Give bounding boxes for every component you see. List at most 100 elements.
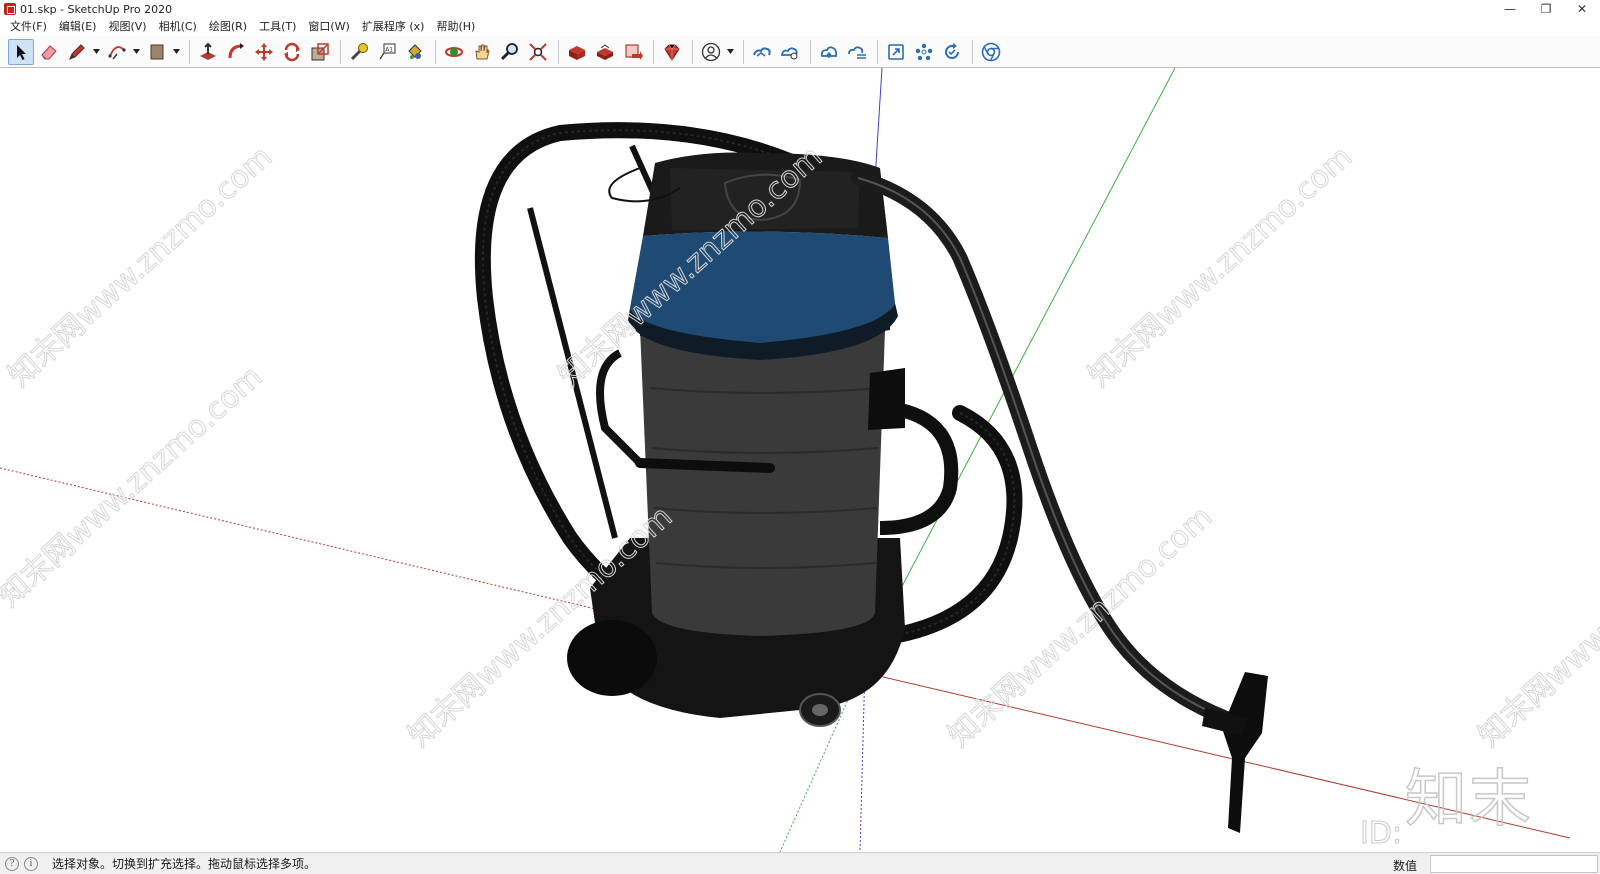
- push-pull-tool-button[interactable]: [195, 39, 221, 65]
- shape-tool-dropdown[interactable]: [172, 39, 180, 65]
- watermark-text: 知末网www.znzmo.com: [1082, 139, 1359, 394]
- arc-tool-dropdown[interactable]: [132, 39, 140, 65]
- window-title: 01.skp - SketchUp Pro 2020: [20, 2, 173, 16]
- toolbar-separator: [810, 39, 811, 64]
- account-button[interactable]: [698, 39, 724, 65]
- update-button[interactable]: [939, 39, 965, 65]
- text-tool-button[interactable]: A1: [374, 39, 400, 65]
- menu-extensions[interactable]: 扩展程序 (x): [356, 18, 431, 36]
- toolbar-separator: [972, 39, 973, 64]
- account-icon: [701, 42, 721, 61]
- model-viewport[interactable]: 知末网www.znzmo.com 知末网www.znzmo.com 知末网www…: [0, 68, 1600, 852]
- toolbar-separator: [435, 39, 436, 64]
- text-label-icon: A1: [379, 43, 396, 59]
- scene-canvas[interactable]: 知末网www.znzmo.com 知末网www.znzmo.com 知末网www…: [0, 68, 1600, 852]
- menu-tools[interactable]: 工具(T): [253, 18, 302, 36]
- close-button[interactable]: ✕: [1564, 0, 1600, 18]
- measurements-label: 数值: [1393, 859, 1418, 873]
- trimble-connect-sync-button[interactable]: [777, 39, 803, 65]
- model-info-icon: [888, 43, 904, 60]
- select-arrow-icon: [17, 44, 26, 60]
- toolbar-separator: [653, 39, 654, 64]
- pan-icon: [475, 44, 490, 59]
- components-button[interactable]: [911, 39, 937, 65]
- window-controls: — ❐ ✕: [1492, 0, 1600, 18]
- extension-manager-button[interactable]: [659, 39, 685, 65]
- toolbar-separator: [692, 39, 693, 64]
- status-bar: ? i 选择对象。切换到扩充选择。拖动鼠标选择多项。 数值: [0, 852, 1600, 874]
- scale-icon: [311, 42, 329, 60]
- cloud-upload-button[interactable]: [816, 39, 842, 65]
- toolbar-separator: [340, 39, 341, 64]
- menu-camera[interactable]: 相机(C): [153, 18, 203, 36]
- select-tool-button[interactable]: [8, 38, 34, 65]
- cloud-upload-icon: [820, 45, 838, 58]
- geo-location-icon[interactable]: ?: [5, 856, 19, 871]
- zoom-tool-button[interactable]: [497, 39, 523, 65]
- menu-file[interactable]: 文件(F): [4, 18, 53, 36]
- menu-view[interactable]: 视图(V): [102, 18, 152, 36]
- chrome-button[interactable]: [978, 39, 1004, 65]
- eraser-tool-button[interactable]: [36, 39, 62, 65]
- zoom-extents-tool-button[interactable]: [525, 39, 551, 65]
- extension-manager-ruby-icon: [664, 44, 680, 61]
- cloud-share-icon: [848, 45, 866, 59]
- front-wheel: [567, 620, 657, 696]
- svg-text:A1: A1: [385, 46, 393, 53]
- toolbar-separator: [558, 39, 559, 64]
- rectangle-tool-button[interactable]: [144, 39, 170, 65]
- line-tool-button[interactable]: [64, 39, 90, 65]
- title-bar: 01.skp - SketchUp Pro 2020 — ❐ ✕: [0, 0, 1600, 18]
- chrome-icon: [981, 42, 1001, 61]
- chevron-down-icon: [172, 49, 180, 54]
- menu-help[interactable]: 帮助(H): [430, 18, 481, 36]
- arc-icon: [108, 45, 126, 59]
- info-icon[interactable]: i: [24, 856, 38, 871]
- send-to-layout-icon: [625, 44, 643, 60]
- move-tool-button[interactable]: [251, 39, 277, 65]
- orbit-tool-button[interactable]: [441, 39, 467, 65]
- zoom-extents-icon: [529, 42, 547, 61]
- send-to-layout-button[interactable]: [620, 39, 646, 65]
- rectangle-shape-icon: [150, 44, 164, 59]
- orbit-icon: [445, 46, 463, 57]
- scale-tool-button[interactable]: [307, 39, 333, 65]
- tape-measure-icon: [350, 42, 368, 60]
- eraser-icon: [41, 44, 57, 59]
- rotate-tool-button[interactable]: [279, 39, 305, 65]
- arc-tool-button[interactable]: [104, 39, 130, 65]
- toolbar-separator: [877, 39, 878, 64]
- menu-draw[interactable]: 绘图(R): [203, 18, 253, 36]
- watermark-text: 知末网www.znzmo.com: [1472, 499, 1600, 754]
- watermark-text: 知末网www.znzmo.com: [2, 139, 279, 394]
- watermark-text: 知末网www.znzmo.com: [942, 499, 1219, 754]
- trimble-connect-icon: [753, 46, 771, 57]
- model-info-button[interactable]: [883, 39, 909, 65]
- chevron-down-icon: [92, 49, 100, 54]
- menu-bar: 文件(F) 编辑(E) 视图(V) 相机(C) 绘图(R) 工具(T) 窗口(W…: [0, 18, 1600, 36]
- cloud-share-button[interactable]: [844, 39, 870, 65]
- pencil-line-icon: [69, 43, 85, 60]
- trimble-connect-button[interactable]: [749, 39, 775, 65]
- 3d-warehouse-button[interactable]: [564, 39, 590, 65]
- follow-me-tool-button[interactable]: [223, 39, 249, 65]
- account-dropdown[interactable]: [726, 39, 734, 65]
- pan-tool-button[interactable]: [469, 39, 495, 65]
- toolbar-separator: [189, 39, 190, 64]
- tape-measure-tool-button[interactable]: [346, 39, 372, 65]
- extension-warehouse-icon: [597, 43, 613, 60]
- menu-edit[interactable]: 编辑(E): [53, 18, 103, 36]
- toolbar-separator: [743, 39, 744, 64]
- watermark-id: ID: 1161375493: [1360, 816, 1552, 853]
- chevron-down-icon: [726, 49, 734, 54]
- restore-button[interactable]: ❐: [1528, 0, 1564, 18]
- line-tool-dropdown[interactable]: [92, 39, 100, 65]
- menu-window[interactable]: 窗口(W): [302, 18, 355, 36]
- minimize-button[interactable]: —: [1492, 0, 1528, 18]
- rotate-icon: [284, 42, 300, 61]
- vacuum-cleaner-model[interactable]: [474, 122, 1268, 833]
- paint-bucket-tool-button[interactable]: [402, 39, 428, 65]
- extension-warehouse-button[interactable]: [592, 39, 618, 65]
- measurements-input[interactable]: [1430, 855, 1598, 873]
- follow-me-icon: [228, 42, 244, 58]
